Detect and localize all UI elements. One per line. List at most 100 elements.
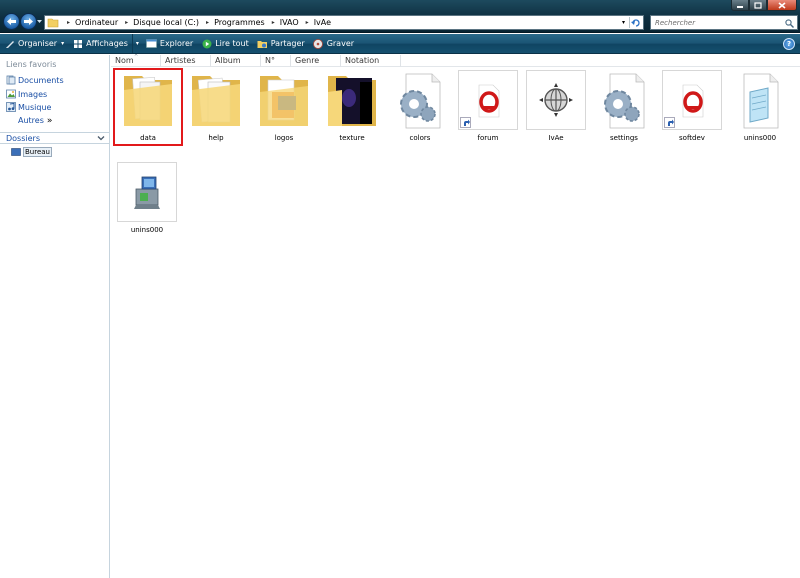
breadcrumb-item[interactable]: IVAO: [280, 18, 299, 27]
search-input[interactable]: [655, 18, 785, 27]
file-item-ivae[interactable]: IvAe: [525, 70, 587, 142]
double-chevron-right-icon: »: [46, 116, 53, 126]
tree-item-label: Bureau: [23, 147, 52, 157]
search-icon[interactable]: [785, 19, 794, 28]
opera-shortcut-icon: [458, 70, 518, 130]
file-name: texture: [339, 134, 365, 142]
column-genre[interactable]: Genre: [291, 55, 341, 67]
column-album[interactable]: Album: [211, 55, 261, 67]
folder-icon: [186, 70, 246, 130]
more-links-button[interactable]: Autres»: [18, 116, 52, 126]
favorite-link-label: Musique: [18, 102, 52, 112]
documents-icon: [6, 75, 16, 85]
favorite-link-musique[interactable]: Musique: [6, 102, 51, 112]
config-file-icon: [390, 70, 450, 130]
file-name: forum: [477, 134, 499, 142]
search-box: [650, 15, 798, 30]
breadcrumb-item[interactable]: Programmes: [214, 18, 265, 27]
minimize-button[interactable]: [731, 0, 749, 11]
file-item-colors[interactable]: colors: [389, 70, 451, 142]
desktop-icon: [11, 148, 21, 156]
graver-button[interactable]: Graver: [309, 34, 358, 53]
folders-title: Dossiers: [6, 134, 40, 143]
chevron-down-icon: [97, 136, 105, 141]
file-item-unins000-dat[interactable]: unins000: [729, 70, 791, 142]
organise-icon: [4, 38, 15, 49]
close-button[interactable]: [767, 0, 797, 11]
lire-tout-label: Lire tout: [215, 39, 249, 48]
installer-icon: [117, 162, 177, 222]
file-item-forum[interactable]: forum: [457, 70, 519, 142]
explorer-button[interactable]: Explorer: [142, 34, 197, 53]
window-controls: [731, 0, 797, 11]
file-item-help[interactable]: help: [185, 70, 247, 142]
breadcrumb-separator-icon[interactable]: ▸: [272, 19, 275, 26]
favorites-title: Liens favoris: [6, 60, 57, 69]
file-name: unins000: [130, 226, 164, 234]
folders-header[interactable]: Dossiers: [0, 132, 109, 144]
opera-shortcut-icon: [662, 70, 722, 130]
command-bar: Organiser ▾ Affichages ▾ Explorer Lire t…: [0, 34, 800, 54]
refresh-button[interactable]: [629, 17, 642, 28]
notepad-file-icon: [730, 70, 790, 130]
organiser-label: Organiser: [18, 39, 58, 48]
breadcrumb: ▸ Ordinateur ▸ Disque local (C:) ▸ Programmes…: [60, 16, 331, 29]
burn-disc-icon: [313, 38, 324, 49]
address-bar[interactable]: ▸ Ordinateur ▸ Disque local (C:) ▸ Programmes…: [44, 15, 644, 30]
help-button[interactable]: ?: [783, 38, 795, 50]
favorite-link-documents[interactable]: Documents: [6, 75, 64, 85]
file-name: IvAe: [548, 134, 564, 142]
tree-item-bureau[interactable]: Bureau: [11, 147, 52, 157]
chevron-down-icon: ▾: [61, 40, 65, 47]
explorer-window-icon: [146, 38, 157, 49]
breadcrumb-item[interactable]: IvAe: [314, 18, 331, 27]
file-item-texture[interactable]: texture: [321, 70, 383, 142]
file-item-logos[interactable]: logos: [253, 70, 315, 142]
lire-tout-button[interactable]: Lire tout: [197, 34, 253, 53]
address-dropdown-button[interactable]: ▾: [619, 18, 628, 27]
breadcrumb-separator-icon[interactable]: ▸: [125, 19, 128, 26]
pictures-icon: [6, 89, 16, 99]
partager-label: Partager: [270, 39, 305, 48]
more-links-label: Autres: [18, 116, 44, 125]
breadcrumb-separator-icon[interactable]: ▸: [306, 19, 309, 26]
file-item-data[interactable]: data: [117, 70, 179, 142]
file-item-softdev[interactable]: softdev: [661, 70, 723, 142]
favorite-link-images[interactable]: Images: [6, 89, 47, 99]
back-arrow-icon: [7, 18, 16, 25]
breadcrumb-item[interactable]: Ordinateur: [75, 18, 118, 27]
title-bar: ▸ Ordinateur ▸ Disque local (C:) ▸ Programmes…: [0, 0, 800, 33]
partager-button[interactable]: Partager: [253, 34, 309, 53]
column-numero[interactable]: N°: [261, 55, 291, 67]
breadcrumb-item[interactable]: Disque local (C:): [133, 18, 199, 27]
views-icon: [72, 38, 83, 49]
navigation-pane: Liens favoris Documents Images Musique A…: [0, 55, 110, 578]
maximize-button[interactable]: [749, 0, 767, 11]
file-name: softdev: [679, 134, 705, 142]
favorite-link-label: Documents: [18, 75, 64, 85]
column-artistes[interactable]: Artistes: [161, 55, 211, 67]
help-icon: ?: [786, 40, 792, 48]
maximize-icon: [754, 1, 762, 9]
breadcrumb-separator-icon[interactable]: ▸: [67, 19, 70, 26]
folder-icon: [46, 16, 60, 29]
back-button[interactable]: [3, 13, 20, 30]
play-icon: [201, 38, 212, 49]
explorer-label: Explorer: [159, 39, 194, 48]
organiser-button[interactable]: Organiser ▾: [0, 34, 68, 53]
affichages-button[interactable]: Affichages: [68, 34, 133, 53]
share-folder-icon: [257, 38, 268, 49]
column-notation[interactable]: Notation: [341, 55, 401, 67]
config-file-icon: [594, 70, 654, 130]
minimize-icon: [737, 6, 743, 8]
folder-icon: [254, 70, 314, 130]
file-name: unins000: [743, 134, 777, 142]
forward-button[interactable]: [20, 13, 37, 30]
recent-pages-dropdown-icon[interactable]: [37, 19, 42, 24]
shortcut-arrow-icon: [460, 117, 471, 128]
affichages-label: Affichages: [86, 39, 128, 48]
file-item-settings[interactable]: settings: [593, 70, 655, 142]
breadcrumb-separator-icon[interactable]: ▸: [206, 19, 209, 26]
file-item-unins000-exe[interactable]: unins000: [116, 162, 178, 234]
affichages-dropdown-button[interactable]: ▾: [133, 34, 142, 53]
